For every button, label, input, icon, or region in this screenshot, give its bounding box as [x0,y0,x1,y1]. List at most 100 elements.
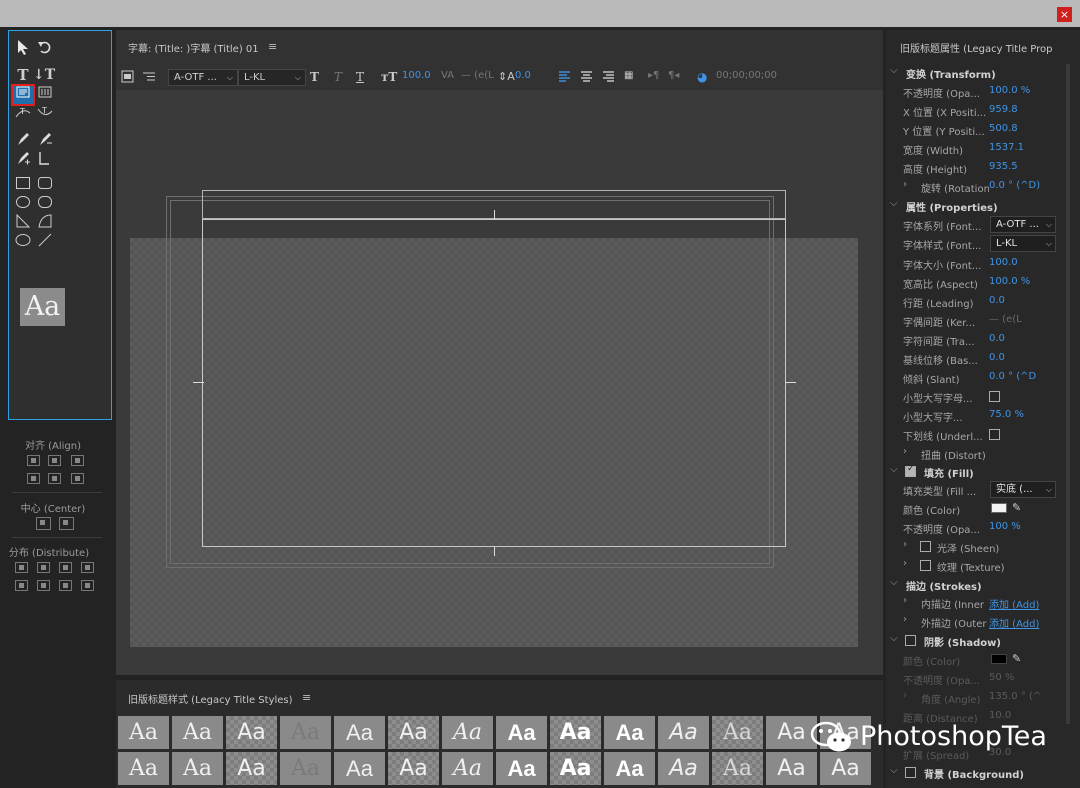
fill-type-dropdown[interactable]: 实底 (... ⌵ [990,481,1056,498]
kerning-value[interactable]: — (e(L [461,70,494,81]
vertical-area-type-tool[interactable] [35,86,55,104]
align-top-button[interactable] [27,473,40,484]
fill-color-swatch[interactable] [991,503,1007,513]
title-style-swatch[interactable]: Aa [712,752,763,785]
add-outer-stroke-link[interactable]: 添加 (Add) [989,615,1039,630]
distribute-right-button[interactable] [59,562,72,573]
sheen-checkbox[interactable] [920,541,931,552]
area-text-box[interactable] [202,219,786,547]
add-inner-stroke-link[interactable]: 添加 (Add) [989,596,1039,611]
vertical-path-type-tool[interactable]: T [35,105,55,123]
top-handle[interactable] [494,210,495,219]
fill-opacity-value[interactable]: 100 % [989,521,1021,532]
title-style-swatch[interactable]: Aa [226,716,277,749]
left-handle[interactable] [193,382,204,383]
title-style-swatch[interactable]: Aa [280,752,331,785]
distribute-even-button[interactable] [81,562,94,573]
clipped-rectangle-tool[interactable] [13,195,33,213]
wedge-tool[interactable] [13,214,33,232]
shadow-checkbox[interactable] [905,635,916,646]
title-style-swatch[interactable]: Aa [604,716,655,749]
title-style-swatch[interactable]: Aa [388,752,439,785]
title-style-swatch[interactable]: Aa [658,716,709,749]
title-style-swatch[interactable]: Aa [172,752,223,785]
distribute-left-button[interactable] [15,562,28,573]
shadow-angle-value[interactable]: 135.0 ° (^ [989,691,1041,702]
align-center-h-button[interactable] [48,455,61,466]
font-size-value[interactable]: 100.0 [989,257,1018,268]
distribute-top-button[interactable] [15,580,28,591]
panel-menu-icon[interactable]: ≡ [268,40,277,53]
panel-menu-icon[interactable]: ≡ [302,691,311,704]
title-style-swatch[interactable]: Aa [496,716,547,749]
properties-group[interactable]: ⌵ 属性 (Properties) [886,196,1080,215]
close-button[interactable]: × [1057,7,1072,22]
title-style-swatch[interactable]: Aa [496,752,547,785]
rotation-row[interactable]: › 旋转 (Rotation) 0.0 ° (^D) [886,177,1080,196]
title-style-swatch[interactable]: Aa [658,752,709,785]
strokes-group[interactable]: ⌵ 描边 (Strokes) [886,575,1080,594]
font-size-value[interactable]: 100.0 [402,70,431,81]
ellipse-tool[interactable] [13,233,33,251]
pen-tool[interactable] [13,131,33,149]
title-style-swatch[interactable]: Aa [226,752,277,785]
title-style-swatch[interactable]: Aa [118,752,169,785]
font-family-dropdown[interactable]: A-OTF ... ⌵ [168,69,238,86]
title-style-swatch[interactable]: Aa [334,752,385,785]
rotation-value[interactable]: 0.0 ° (^D) [989,180,1040,191]
rounded-rectangle-tool[interactable] [35,176,55,194]
width-value[interactable]: 1537.1 [989,142,1024,153]
bold-icon[interactable]: T [310,70,319,84]
align-bottom-button[interactable] [71,473,84,484]
justify-icon[interactable]: ▦ [624,70,633,81]
roll-crawl-options-icon[interactable] [121,70,134,86]
center-vertical-button[interactable] [59,517,74,530]
fill-checkbox[interactable] [905,464,916,477]
distribute-vertical-even-button[interactable] [81,580,94,591]
align-left-button[interactable] [27,455,40,466]
area-type-tool[interactable] [11,84,35,106]
kerning-value[interactable]: — (e(L [989,314,1022,325]
title-style-swatch[interactable]: Aa [388,716,439,749]
styles-panel-title[interactable]: 旧版标题样式 (Legacy Title Styles) [128,691,293,706]
height-value[interactable]: 935.5 [989,161,1018,172]
distribute-center-button[interactable] [37,562,50,573]
vertical-type-tool[interactable]: ↓T [33,66,55,84]
title-style-swatch[interactable]: Aa [712,716,763,749]
line-tool[interactable] [35,233,55,251]
selection-tool[interactable] [13,39,33,57]
bottom-handle[interactable] [494,547,495,556]
background-checkbox[interactable] [905,767,916,778]
small-caps-size-value[interactable]: 75.0 % [989,409,1024,420]
aspect-value[interactable]: 100.0 % [989,276,1030,287]
y-position-value[interactable]: 500.8 [989,123,1018,134]
rotation-tool[interactable] [35,39,55,57]
font-family-dropdown[interactable]: A-OTF ... ⌵ [990,216,1056,233]
title-style-swatch[interactable]: Aa [604,752,655,785]
arc-tool[interactable] [35,214,55,232]
shadow-group[interactable]: ⌵ 阴影 (Shadow) [886,631,1080,650]
texture-checkbox[interactable] [920,560,931,571]
title-style-swatch[interactable]: Aa [550,716,601,749]
title-style-swatch[interactable]: Aa [442,752,493,785]
align-center-text-icon[interactable] [580,70,593,85]
direction-ltr-icon[interactable]: ▸¶ [648,70,659,81]
type-tool[interactable]: T [13,66,33,84]
path-type-tool[interactable]: T [13,105,33,123]
title-panel-tab[interactable]: 字幕: (Title: )字幕 (Title) 01 [128,40,259,55]
slant-value[interactable]: 0.0 ° (^D [989,371,1036,382]
title-style-swatch[interactable]: Aa [334,716,385,749]
font-style-dropdown[interactable]: L-KL ⌵ [238,69,306,86]
title-style-swatch[interactable]: Aa [550,752,601,785]
convert-anchor-tool[interactable] [35,150,55,168]
opacity-value[interactable]: 100.0 % [989,85,1030,96]
rounded-corner-tool[interactable] [35,195,55,213]
right-handle[interactable] [785,382,796,383]
add-anchor-tool[interactable] [13,150,33,168]
title-style-swatch[interactable]: Aa [118,716,169,749]
title-style-swatch[interactable]: Aa [442,716,493,749]
font-style-dropdown[interactable]: L-KL ⌵ [990,235,1056,252]
underline-icon[interactable]: T [356,70,364,84]
transform-group[interactable]: ⌵ 变换 (Transform) [886,63,1080,82]
align-middle-button[interactable] [48,473,61,484]
